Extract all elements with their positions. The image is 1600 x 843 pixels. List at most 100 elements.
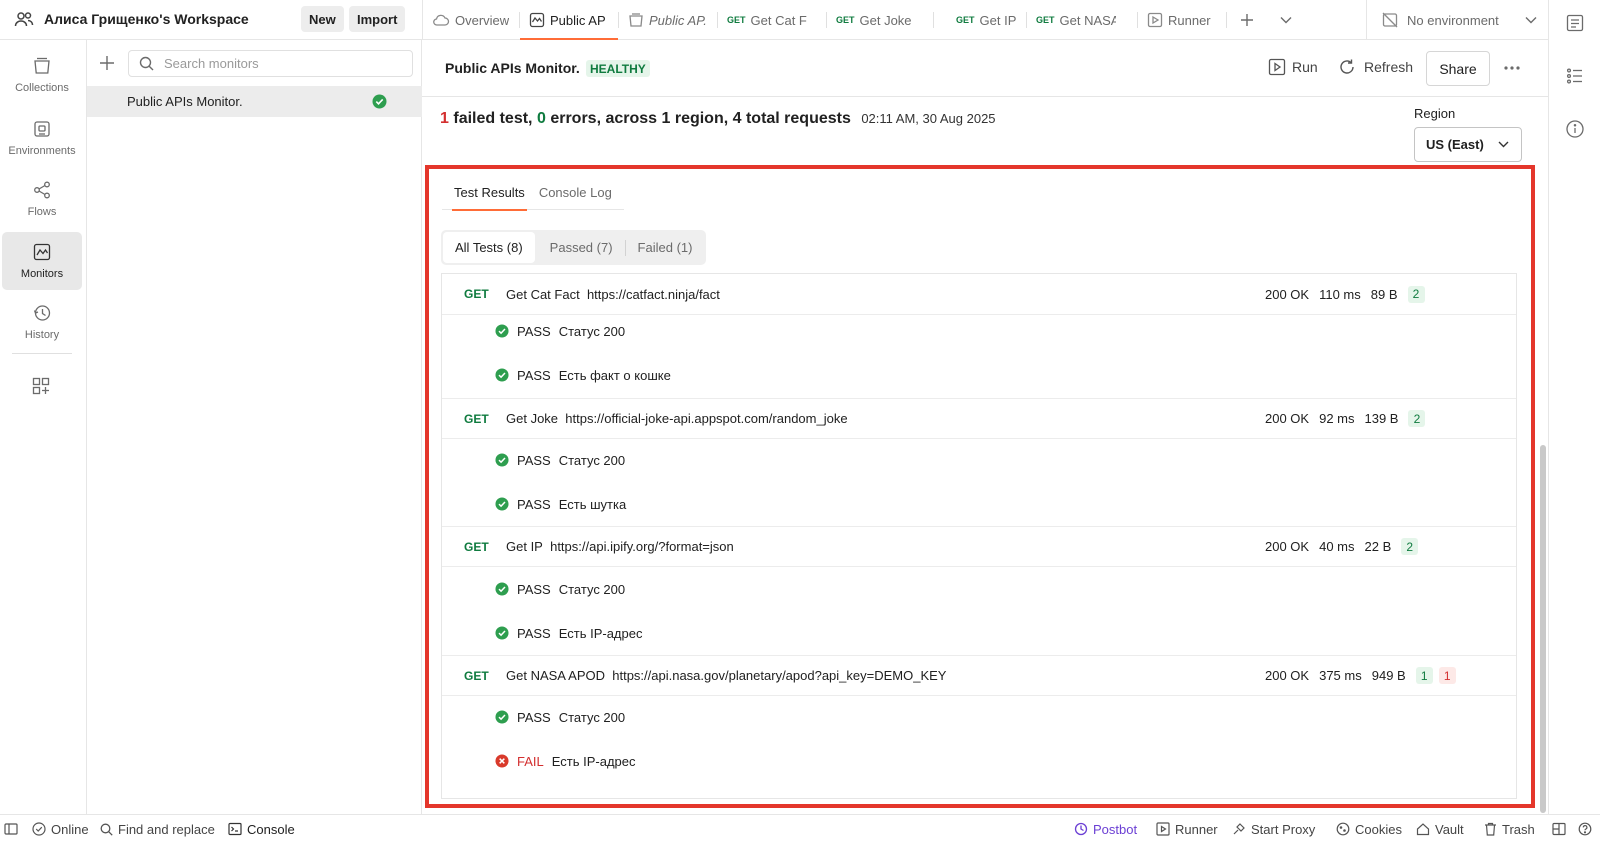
test-row: PASS Есть шутка [495, 482, 626, 526]
filter-failed[interactable]: Failed (1) [626, 232, 705, 263]
layout-toggle-icon[interactable] [1552, 815, 1566, 843]
tab-overview[interactable]: Overview [423, 0, 519, 40]
tab-get-ip[interactable]: GET Get IP [934, 0, 1026, 40]
find-and-replace-button[interactable]: Find and replace [100, 815, 215, 843]
sidebar-item-monitors[interactable]: Monitors [2, 232, 82, 290]
tab-public-apis-monitor[interactable]: Public AP [520, 0, 618, 40]
collection-icon [628, 12, 644, 28]
help-icon[interactable] [1578, 815, 1592, 843]
history-icon [32, 303, 52, 323]
online-status[interactable]: Online [32, 815, 89, 843]
runner-button[interactable]: Runner [1156, 815, 1218, 843]
comments-icon[interactable] [1565, 13, 1585, 33]
fail-x-icon [495, 754, 509, 768]
status-bar: Online Find and replace Console Postbot … [0, 814, 1600, 842]
pass-check-icon [495, 582, 509, 596]
response-status: 200 OK [1265, 539, 1310, 554]
scrollbar[interactable] [1540, 445, 1546, 813]
info-icon[interactable] [1565, 119, 1585, 139]
vault-icon [1416, 822, 1430, 836]
tab-test-results[interactable]: Test Results [452, 176, 527, 211]
toggle-sidebar-icon[interactable] [4, 815, 18, 843]
console-button[interactable]: Console [228, 815, 295, 843]
new-tab-button[interactable] [1227, 0, 1267, 40]
add-sidebar-item-icon[interactable] [31, 376, 51, 396]
workspace-switcher[interactable]: Алиса Грищенко's Workspace [14, 0, 249, 38]
cookies-button[interactable]: Cookies [1336, 815, 1402, 843]
pass-count-badge: 2 [1408, 410, 1426, 427]
request-row[interactable]: GET Get Joke https://official-joke-api.a… [442, 398, 1516, 439]
search-placeholder: Search monitors [164, 56, 259, 71]
team-icon [14, 9, 34, 29]
request-url: https://catfact.ninja/fact [586, 286, 720, 302]
monitor-title: Public APIs Monitor. [445, 60, 580, 76]
pass-check-icon [495, 324, 509, 338]
sidebar-item-history[interactable]: History [2, 293, 82, 351]
refresh-button[interactable]: Refresh [1338, 58, 1413, 76]
pass-count-badge: 2 [1407, 285, 1425, 303]
create-monitor-button[interactable] [99, 55, 115, 71]
tab-get-cat-fact[interactable]: GET Get Cat F [718, 0, 826, 40]
tab-get-nasa[interactable]: GET Get NASA [1027, 0, 1137, 40]
test-result: FAIL [517, 753, 544, 769]
status-badge: HEALTHY [586, 60, 650, 77]
tab-console-log[interactable]: Console Log [539, 176, 612, 210]
workspace-name: Алиса Грищенко's Workspace [44, 11, 249, 27]
sidebar-divider [12, 353, 72, 354]
region-select[interactable]: US (East) [1414, 127, 1522, 162]
tab-public-apis-collection[interactable]: Public AP. [619, 0, 717, 40]
response-size: 22 B [1364, 539, 1392, 554]
request-row[interactable]: GET Get NASA APOD https://api.nasa.gov/p… [442, 655, 1516, 696]
tests-list-icon[interactable] [1565, 66, 1585, 86]
run-summary: 1 failed test, 0 errors, across 1 region… [440, 110, 996, 127]
trash-button[interactable]: Trash [1484, 815, 1535, 843]
share-button[interactable]: Share [1426, 51, 1490, 86]
new-button[interactable]: New [301, 6, 344, 32]
test-row: PASS Статус 200 [495, 567, 625, 611]
no-environment-icon [1381, 11, 1399, 29]
pass-check-icon [495, 497, 509, 511]
request-url: https://api.nasa.gov/planetary/apod?api_… [612, 668, 947, 683]
request-row[interactable]: GET Get IP https://api.ipify.org/?format… [442, 526, 1516, 567]
pass-check-icon [495, 626, 509, 640]
import-button[interactable]: Import [349, 6, 406, 32]
start-proxy-button[interactable]: Start Proxy [1232, 815, 1315, 843]
filter-passed[interactable]: Passed (7) [535, 232, 625, 263]
search-monitors-input[interactable]: Search monitors [128, 50, 413, 77]
test-name: Статус 200 [558, 581, 626, 597]
fail-count-badge: 1 [1438, 667, 1456, 684]
response-status: 200 OK [1265, 668, 1310, 683]
monitor-icon [529, 12, 545, 28]
monitor-list-item[interactable]: Public APIs Monitor. [87, 86, 422, 117]
response-time: 40 ms [1319, 539, 1355, 554]
response-status: 200 OK [1265, 411, 1310, 426]
response-size: 139 B [1364, 411, 1399, 426]
test-results-list: GET Get Cat Fact https://catfact.ninja/f… [441, 273, 1517, 799]
more-options-icon[interactable] [1504, 66, 1520, 70]
search-icon [139, 56, 154, 71]
vault-button[interactable]: Vault [1416, 815, 1464, 843]
console-icon [228, 822, 242, 836]
test-row: FAIL Есть IP-адрес [495, 739, 636, 783]
test-row: PASS Статус 200 [495, 309, 625, 353]
postbot-button[interactable]: Postbot [1074, 815, 1137, 843]
pass-count-badge: 1 [1415, 667, 1433, 684]
request-url: https://official-joke-api.appspot.com/ra… [565, 411, 848, 426]
tab-get-joke[interactable]: GET Get Joke [827, 0, 933, 40]
sidebar-item-environments[interactable]: Environments [2, 109, 82, 167]
test-name: Есть IP-адрес [551, 753, 636, 769]
run-timestamp: 02:11 AM, 30 Aug 2025 [861, 111, 996, 126]
filter-all-tests[interactable]: All Tests (8) [443, 232, 535, 263]
play-icon [1268, 58, 1286, 76]
sidebar-item-flows[interactable]: Flows [2, 170, 82, 228]
environment-selector[interactable]: No environment [1366, 0, 1548, 40]
tab-runner[interactable]: Runner [1138, 0, 1226, 40]
tabs-overflow-button[interactable] [1267, 0, 1305, 40]
run-button[interactable]: Run [1268, 58, 1318, 76]
test-row: PASS Есть IP-адрес [495, 611, 642, 655]
result-tabs: Test Results Console Log [442, 176, 624, 211]
test-result: PASS [517, 323, 551, 339]
response-size: 949 B [1371, 668, 1406, 683]
sidebar-item-collections[interactable]: Collections [2, 46, 82, 104]
response-time: 110 ms [1319, 286, 1361, 302]
